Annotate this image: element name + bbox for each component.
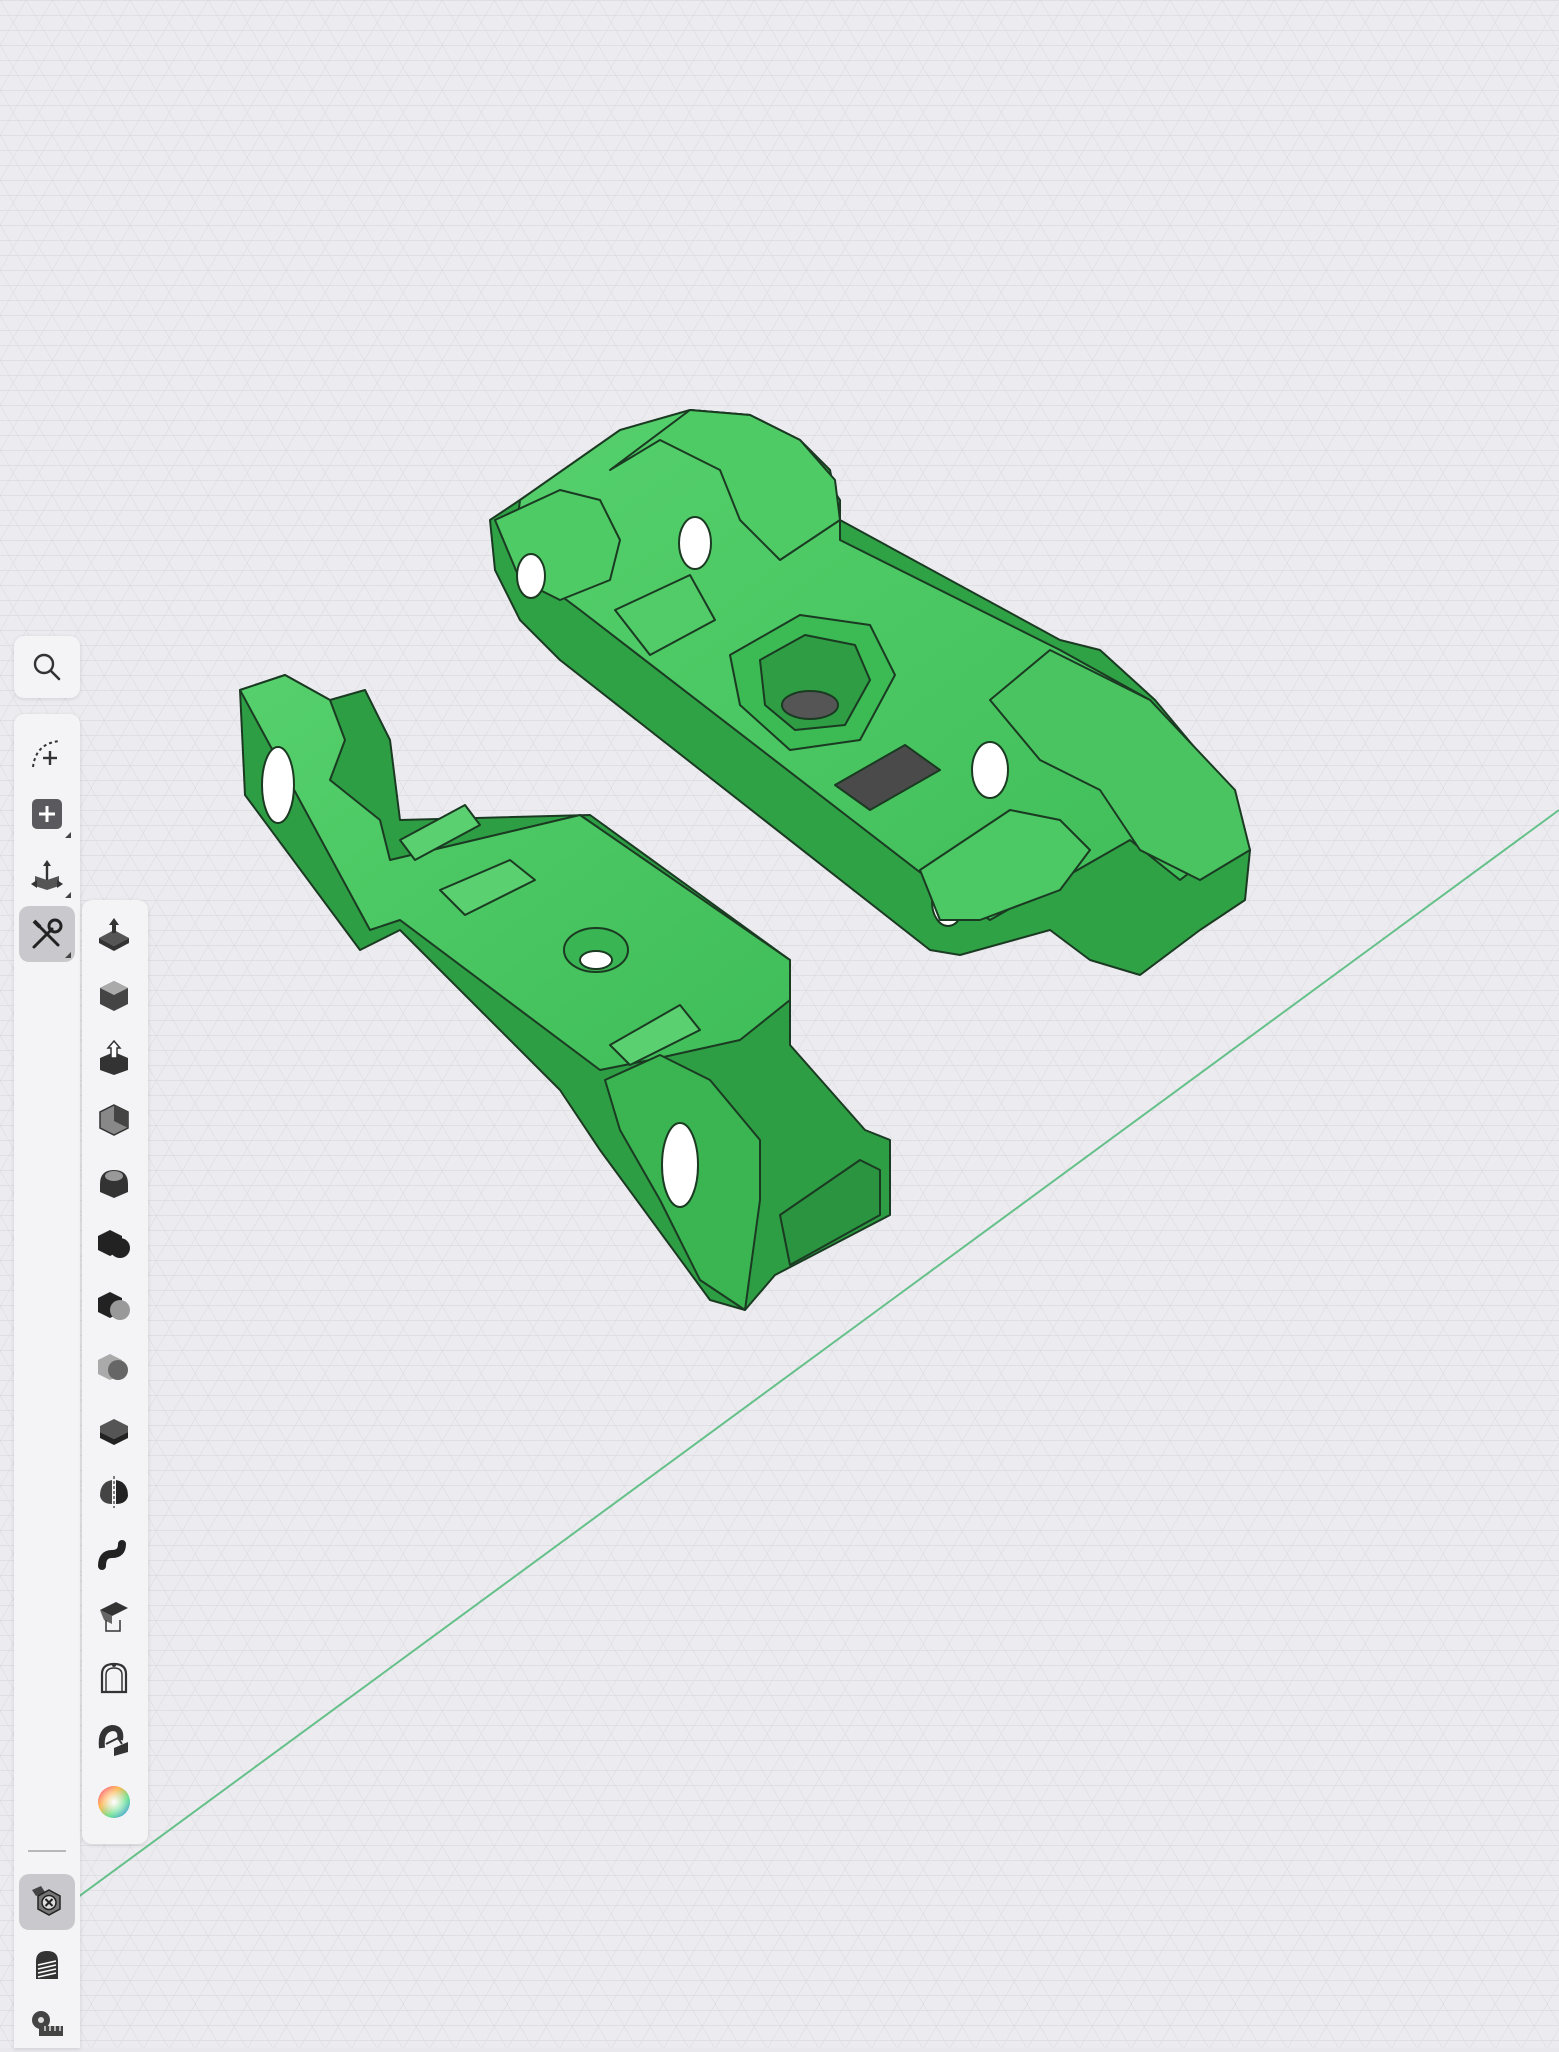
sketch-tool-button[interactable]: [19, 726, 75, 782]
union-button[interactable]: [90, 1220, 138, 1268]
intersect-button[interactable]: [90, 1344, 138, 1392]
measure-icon: [32, 2011, 63, 2036]
modify-tool-button[interactable]: [19, 906, 75, 962]
loft-button[interactable]: [90, 1406, 138, 1454]
search-icon: [33, 653, 61, 681]
replace-face-icon: [98, 1724, 128, 1756]
subtract-button[interactable]: [90, 1282, 138, 1330]
main-toolbar: [14, 714, 80, 2048]
chamfer-button[interactable]: [90, 1654, 138, 1702]
measure-button[interactable]: [19, 1996, 75, 2052]
add-icon: [32, 799, 62, 829]
extrude-button[interactable]: [90, 910, 138, 958]
section-view-icon: [36, 1951, 58, 1979]
search-button[interactable]: [19, 639, 75, 695]
submenu-indicator: [65, 952, 71, 958]
intersect-icon: [98, 1354, 128, 1380]
search-panel: [14, 636, 80, 698]
wrench-icon: [32, 918, 63, 949]
shell-button[interactable]: [90, 1096, 138, 1144]
color-wheel-icon: [98, 1786, 130, 1818]
hide-body-icon: [32, 1886, 61, 1916]
add-primitive-button[interactable]: [19, 786, 75, 842]
sketch-curve-icon: [32, 740, 61, 768]
move-face-icon: [100, 1040, 128, 1075]
shell-icon: [99, 1104, 129, 1136]
sweep-button[interactable]: [90, 1530, 138, 1578]
replace-face-button[interactable]: [90, 1716, 138, 1764]
offset-face-icon: [100, 981, 128, 1011]
move-face-button[interactable]: [90, 1034, 138, 1082]
appearance-button[interactable]: [90, 1778, 138, 1826]
sweep-icon: [98, 1540, 126, 1570]
subtract-icon: [98, 1292, 130, 1320]
draft-button[interactable]: [90, 1592, 138, 1640]
chamfer-icon: [100, 1662, 128, 1694]
draft-icon: [100, 1602, 128, 1632]
toolbar-divider: [28, 1850, 66, 1852]
submenu-indicator: [65, 892, 71, 898]
offset-face-button[interactable]: [90, 972, 138, 1020]
split-icon: [100, 1476, 128, 1508]
transform-icon: [31, 860, 63, 890]
visibility-tool-button[interactable]: [19, 1874, 75, 1930]
split-button[interactable]: [90, 1468, 138, 1516]
3d-viewport[interactable]: [0, 0, 1559, 2048]
transform-tool-button[interactable]: [19, 846, 75, 902]
union-icon: [98, 1230, 130, 1258]
extrude-icon: [99, 918, 129, 951]
modify-flyout: [82, 900, 148, 1844]
fillet-icon: [100, 1170, 128, 1198]
fillet-button[interactable]: [90, 1158, 138, 1206]
loft-icon: [100, 1419, 128, 1445]
section-view-button[interactable]: [19, 1936, 75, 1992]
submenu-indicator: [65, 832, 71, 838]
